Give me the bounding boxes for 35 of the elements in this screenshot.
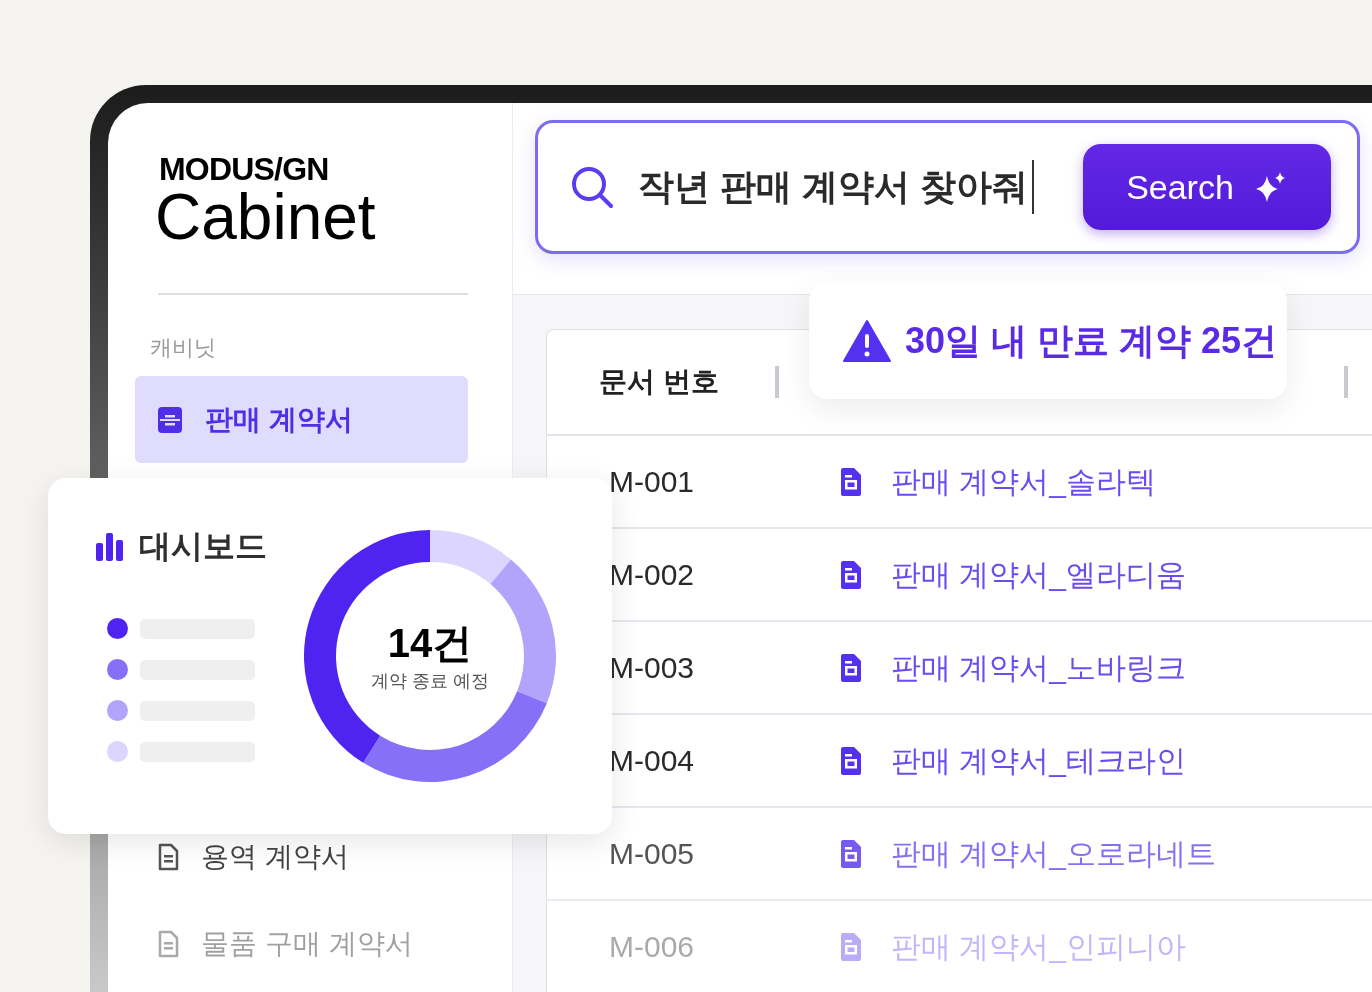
search-field[interactable]: 작년 판매 계약서 찾아줘 Search (535, 120, 1360, 254)
search-text: 작년 판매 계약서 찾아줘 (638, 160, 1034, 214)
column-header: 문서 번호 (599, 365, 720, 399)
section-label: 캐비닛 (150, 334, 217, 362)
brand-name: MODUS/GN (159, 153, 330, 185)
table-cell-text: M-002 (609, 557, 696, 593)
document-icon (839, 838, 863, 869)
bar-chart-icon (95, 531, 125, 561)
search-button[interactable]: Search (1083, 144, 1331, 230)
product-name: Cabinet (155, 185, 377, 249)
table-cell-text: M-003 (609, 650, 696, 686)
document-link[interactable]: 판매 계약서_테크라인 (891, 738, 1187, 783)
document-link[interactable]: 판매 계약서_노바링크 (891, 645, 1187, 690)
warning-icon (843, 319, 891, 363)
document-icon (157, 930, 179, 958)
table-cell-text: M-004 (609, 743, 696, 779)
cabinet-icon (157, 405, 183, 434)
document-link[interactable]: 판매 계약서_솔라텍 (891, 459, 1157, 504)
sidebar-item[interactable]: 용역 계약서 (135, 835, 468, 879)
table-cell-text: M-006 (609, 929, 696, 965)
document-icon (157, 843, 179, 871)
document-link[interactable]: 판매 계약서_엘라디움 (891, 552, 1187, 597)
document-icon (839, 931, 863, 962)
total-count: 14건 (387, 619, 473, 667)
dashboard-title: 대시보드 (139, 527, 267, 566)
donut-caption: 계약 종료 예정 (371, 669, 489, 693)
document-icon (839, 652, 863, 683)
document-icon (839, 559, 863, 590)
table-cell-text: M-005 (609, 836, 696, 872)
document-icon (839, 745, 863, 776)
table-cell-text: M-001 (609, 464, 696, 500)
document-icon (839, 466, 863, 497)
document-link[interactable]: 판매 계약서_오로라네트 (891, 831, 1217, 876)
sidebar-item[interactable]: 판매 계약서 (135, 376, 468, 463)
alert-text: 30일 내 만료 계약 25건 (905, 319, 1278, 363)
